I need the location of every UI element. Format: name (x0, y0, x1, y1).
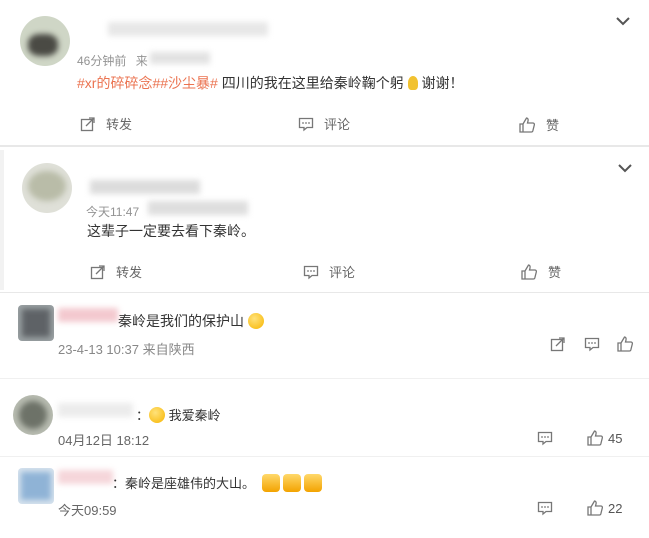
timestamp: 今天11:47 (86, 205, 140, 219)
like-label: 赞 (548, 265, 562, 280)
like-count: 22 (608, 500, 623, 516)
divider (0, 378, 649, 379)
comment-label: 评论 (324, 117, 351, 132)
share-icon[interactable] (550, 336, 566, 352)
thumbs-up-icon (521, 263, 538, 280)
avatar[interactable] (13, 395, 53, 435)
comment-body: 秦岭是我们的保护山 (118, 311, 264, 331)
thumbs-up-emoji-icon (282, 474, 301, 492)
comment-icon[interactable] (584, 336, 600, 352)
post-content: #xr的碎碎念##沙尘暴# 四川的我在这里给秦岭鞠个躬 谢谢！ (77, 73, 463, 93)
crying-emoji-icon (149, 407, 166, 423)
post-text: 这辈子一定要去看下秦岭。 (87, 223, 255, 239)
thumbs-up-emoji-icon (261, 474, 280, 492)
repost-icon (80, 116, 95, 131)
commenter-name[interactable] (58, 470, 113, 484)
divider (0, 292, 649, 293)
repost-button[interactable]: 转发 (90, 262, 142, 281)
avatar[interactable] (18, 468, 54, 504)
like-button[interactable]: 赞 (520, 262, 561, 281)
like-button[interactable]: 45 (586, 429, 622, 447)
avatar[interactable] (18, 305, 54, 341)
comment-icon[interactable] (537, 430, 553, 446)
divider (0, 145, 649, 147)
comment-time: 04月12日 18:12 (58, 433, 150, 448)
repost-label: 转发 (116, 265, 143, 280)
comment-icon[interactable] (537, 500, 553, 516)
comment-body: ：秦岭是座雄伟的大山。 (112, 473, 322, 492)
thumbs-up-icon (587, 430, 604, 446)
like-button[interactable]: 22 (586, 499, 622, 517)
commenter-name[interactable] (58, 403, 133, 417)
timestamp: 46分钟前 (77, 54, 127, 68)
thumbs-up-emoji-icon (303, 474, 322, 492)
avatar[interactable] (20, 16, 70, 66)
comment-time: 今天09:59 (58, 503, 117, 518)
avatar[interactable] (22, 163, 72, 213)
post-text: 四川的我在这里给秦岭鞠个躬 (217, 75, 404, 91)
bulb-icon (407, 76, 418, 90)
comment-time: 23-4-13 10:37 来自陕西 (58, 342, 195, 357)
comment-button[interactable]: 评论 (298, 114, 350, 133)
comment-text: 我爱秦岭 (168, 408, 221, 423)
comment-body: ： 我爱秦岭 (136, 407, 221, 423)
comment-text: 秦岭是座雄伟的大山。 (125, 476, 256, 491)
post-time: 今天11:47 (86, 203, 139, 220)
thumbs-up-icon (519, 116, 536, 133)
chevron-down-icon[interactable] (616, 16, 630, 26)
comment-button[interactable]: 评论 (303, 262, 355, 281)
post-text-end: 谢谢！ (421, 75, 464, 91)
repost-button[interactable]: 转发 (80, 114, 132, 133)
thumbs-up-icon (587, 500, 604, 516)
crying-emoji-icon (247, 313, 264, 329)
thumbs-up-icon[interactable] (616, 335, 634, 353)
repost-icon (90, 264, 105, 279)
like-count: 45 (608, 430, 623, 446)
comment-text: 秦岭是我们的保护山 (118, 313, 244, 329)
post-time: 46分钟前 来 (77, 52, 148, 69)
like-label: 赞 (546, 118, 560, 133)
comment-icon (298, 117, 314, 131)
comment-label: 评论 (329, 265, 356, 280)
commenter-name[interactable] (58, 308, 118, 322)
repost-label: 转发 (106, 117, 133, 132)
username[interactable] (90, 180, 200, 194)
source-label: 来 (135, 54, 148, 68)
like-button[interactable]: 赞 (518, 115, 559, 134)
chevron-down-icon[interactable] (618, 163, 632, 173)
comment-icon (303, 265, 319, 279)
divider (0, 456, 649, 457)
username[interactable] (108, 22, 268, 36)
hashtag-link[interactable]: #xr的碎碎念##沙尘暴# (77, 75, 218, 91)
